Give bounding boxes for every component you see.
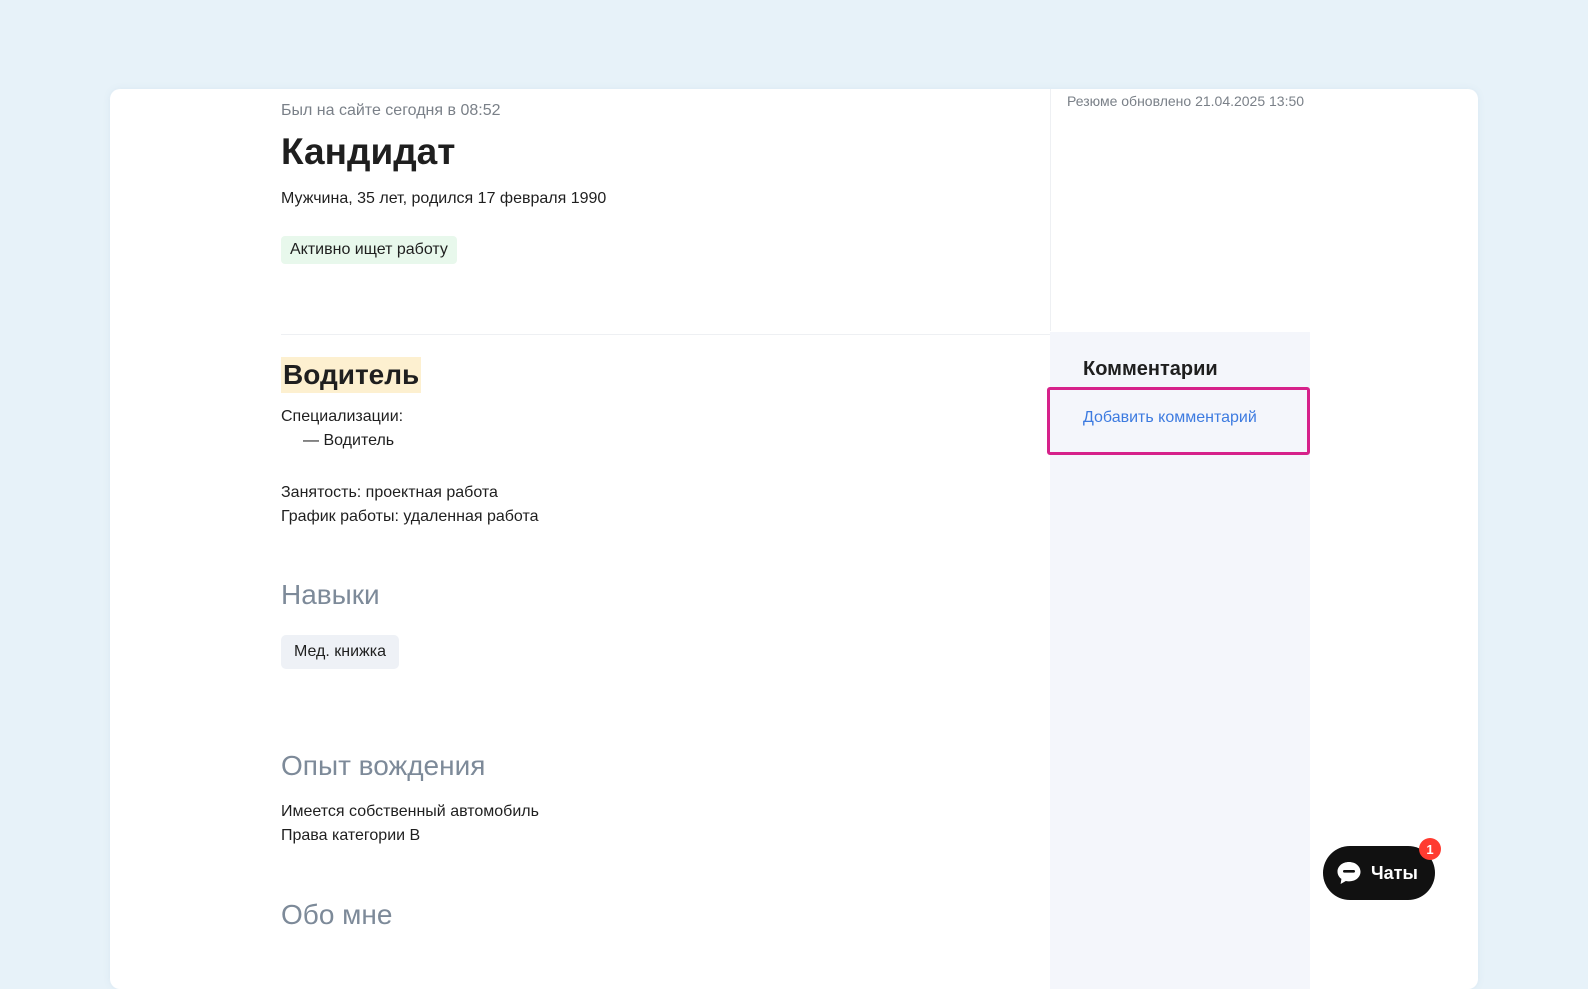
add-comment-link[interactable]: Добавить комментарий <box>1083 409 1257 427</box>
job-search-status-badge: Активно ищет работу <box>281 236 457 264</box>
demographics-text: Мужчина, 35 лет, родился 17 февраля 1990 <box>281 190 607 207</box>
section-divider <box>281 334 1051 335</box>
comments-title: Комментарии <box>1083 358 1218 380</box>
skill-tag: Мед. книжка <box>281 635 400 669</box>
license-category-text: Права категории B <box>281 827 421 844</box>
unread-count-badge: 1 <box>1419 838 1441 860</box>
position-title: Водитель <box>281 357 422 393</box>
about-me-title: Обо мне <box>281 899 393 930</box>
chat-bubble-icon <box>1337 862 1361 884</box>
own-car-text: Имеется собственный автомобиль <box>281 803 539 820</box>
last-seen-text: Был на сайте сегодня в 08:52 <box>281 102 501 119</box>
comments-sidebar: Комментарии Добавить комментарий <box>1047 332 1310 989</box>
skills-title: Навыки <box>281 579 380 610</box>
resume-card: Был на сайте сегодня в 08:52 Кандидат Му… <box>110 89 1478 989</box>
resume-updated-text: Резюме обновлено 21.04.2025 13:50 <box>1067 93 1305 109</box>
chats-button[interactable]: Чаты 1 <box>1323 838 1441 900</box>
specializations-label: Специализации: <box>281 408 404 425</box>
specialization-item: — Водитель <box>303 432 395 449</box>
chats-label: Чаты <box>1371 862 1418 883</box>
driving-experience-title: Опыт вождения <box>281 750 486 781</box>
sidebar-header: Резюме обновлено 21.04.2025 13:50 <box>1050 89 1311 331</box>
schedule-text: График работы: удаленная работа <box>281 508 539 525</box>
employment-text: Занятость: проектная работа <box>281 484 498 501</box>
candidate-name: Кандидат <box>281 131 456 172</box>
